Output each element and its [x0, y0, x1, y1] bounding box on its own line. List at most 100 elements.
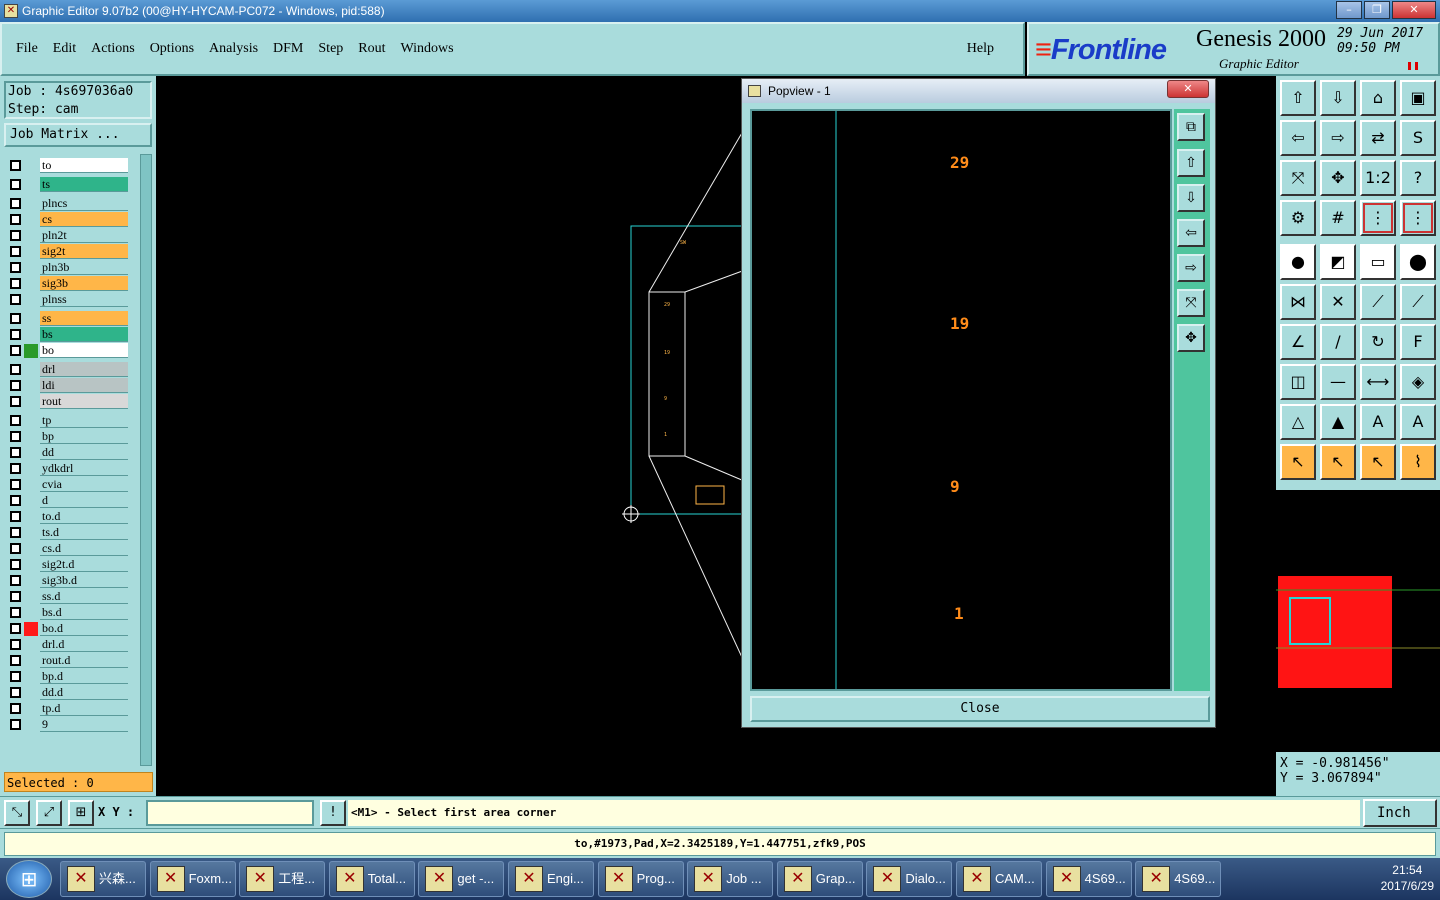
layer-checkbox[interactable] [10, 380, 21, 391]
layer-checkbox[interactable] [10, 639, 21, 650]
unit-selector[interactable]: Inch [1363, 799, 1437, 827]
triangle-icon[interactable]: △ [1280, 404, 1316, 440]
layer-row[interactable]: ss.d [4, 589, 128, 605]
layer-row[interactable]: cvia [4, 477, 128, 493]
layer-row[interactable]: ts.d [4, 525, 128, 541]
pointer-icon[interactable]: ↖ [1280, 444, 1316, 480]
pad-icon[interactable]: ● [1280, 244, 1316, 280]
menu-edit[interactable]: Edit [53, 41, 76, 57]
tools-icon[interactable]: ⚙ [1280, 200, 1316, 236]
measure-icon[interactable]: ⟷ [1360, 364, 1396, 400]
taskbar-item[interactable]: ✕ 4S69... [1135, 861, 1222, 897]
popview-close-button[interactable]: Close [750, 696, 1210, 722]
grid-icon[interactable]: # [1320, 200, 1356, 236]
layer-checkbox[interactable] [10, 415, 21, 426]
taskbar-item[interactable]: ✕ get -... [418, 861, 505, 897]
cross-icon[interactable]: ✕ [1320, 284, 1356, 320]
menu-rout[interactable]: Rout [358, 41, 385, 57]
pan-left-icon[interactable]: ⇦ [1177, 219, 1205, 247]
menu-step[interactable]: Step [318, 41, 343, 57]
layer-row[interactable]: ts [4, 177, 128, 193]
menu-actions[interactable]: Actions [91, 41, 135, 57]
zoom-in-icon[interactable]: ✥ [1320, 160, 1356, 196]
layer-row[interactable]: dd.d [4, 685, 128, 701]
layer-row[interactable]: tp [4, 413, 128, 429]
layer-row[interactable]: to.d [4, 509, 128, 525]
home-icon[interactable]: ⌂ [1360, 80, 1396, 116]
layer-checkbox[interactable] [10, 246, 21, 257]
taskbar-item[interactable]: ✕ Job ... [687, 861, 774, 897]
layer-checkbox[interactable] [10, 447, 21, 458]
taskbar-item[interactable]: ✕ Prog... [597, 861, 684, 897]
layer-checkbox[interactable] [10, 607, 21, 618]
layer-checkbox[interactable] [10, 364, 21, 375]
node-line-blue-icon[interactable]: ⟋ [1400, 284, 1436, 320]
node-line-icon[interactable]: ⟋ [1360, 284, 1396, 320]
layer-row[interactable]: ydkdrl [4, 461, 128, 477]
traffic-light-icon[interactable]: ⋮ [1360, 200, 1396, 236]
layer-checkbox[interactable] [10, 329, 21, 340]
layer-checkbox[interactable] [10, 527, 21, 538]
layer-row[interactable]: sig2t.d [4, 557, 128, 573]
taskbar-item[interactable]: ✕ 工程... [239, 861, 326, 897]
layer-checkbox[interactable] [10, 179, 21, 190]
layer-checkbox[interactable] [10, 559, 21, 570]
layer-row[interactable]: sig2t [4, 244, 128, 260]
layer-checkbox[interactable] [10, 431, 21, 442]
angle-icon[interactable]: ∠ [1280, 324, 1316, 360]
pointer-circle-icon[interactable]: ↖ [1360, 444, 1396, 480]
layer-row[interactable]: drl.d [4, 637, 128, 653]
arc-icon[interactable]: ↻ [1360, 324, 1396, 360]
taskbar-item[interactable]: ✕ Engi... [508, 861, 594, 897]
measure-tool-icon[interactable]: ⤢ [36, 800, 62, 826]
layer-checkbox[interactable] [10, 623, 21, 634]
scale-icon[interactable]: 1:2 [1360, 160, 1396, 196]
layer-checkbox[interactable] [10, 687, 21, 698]
layer-row[interactable]: bo [4, 343, 128, 359]
taskbar-item[interactable]: ✕ 兴森... [60, 861, 146, 897]
taskbar-item[interactable]: ✕ Foxm... [149, 861, 236, 897]
taskbar-item[interactable]: ✕ Total... [328, 861, 415, 897]
pan-right-icon[interactable]: ⇨ [1177, 254, 1205, 282]
layer-row[interactable]: bp [4, 429, 128, 445]
letter-a-icon[interactable]: A [1360, 404, 1396, 440]
layer-checkbox[interactable] [10, 495, 21, 506]
snap-grid-icon[interactable]: ⊞ [68, 800, 94, 826]
pointer-box-icon[interactable]: ↖ [1320, 444, 1356, 480]
mini-map[interactable] [1276, 490, 1440, 750]
menu-windows[interactable]: Windows [401, 41, 454, 57]
layer-checkbox[interactable] [10, 543, 21, 554]
layer-row[interactable]: sig3b [4, 276, 128, 292]
popview-close-x[interactable]: ✕ [1167, 80, 1209, 98]
zoom-out-icon[interactable]: ⤧ [1280, 160, 1316, 196]
layer-row[interactable]: 9 [4, 717, 128, 733]
alert-icon[interactable]: ! [320, 800, 346, 826]
menu-options[interactable]: Options [150, 41, 194, 57]
layer-row[interactable]: cs.d [4, 541, 128, 557]
layer-row[interactable]: drl [4, 362, 128, 378]
layer-row[interactable]: ss [4, 311, 128, 327]
clock[interactable]: 21:54 2017/6/29 [1381, 862, 1434, 894]
mirror-icon[interactable]: ⇄ [1360, 120, 1396, 156]
triangle-red-icon[interactable]: ▲ [1320, 404, 1356, 440]
layer-row[interactable]: bp.d [4, 669, 128, 685]
layer-row[interactable]: to [4, 158, 128, 174]
zoom-out-icon[interactable]: ⤧ [1177, 289, 1205, 317]
pan-left-icon[interactable]: ⇦ [1280, 120, 1316, 156]
layer-row[interactable]: pln3b [4, 260, 128, 276]
layer-checkbox[interactable] [10, 591, 21, 602]
ruler-icon[interactable]: ▭ [1360, 244, 1396, 280]
layer-checkbox[interactable] [10, 198, 21, 209]
layer-row[interactable]: dd [4, 445, 128, 461]
layer-checkbox[interactable] [10, 396, 21, 407]
layer-checkbox[interactable] [10, 671, 21, 682]
menu-file[interactable]: File [16, 41, 38, 57]
layer-row[interactable]: pln2t [4, 228, 128, 244]
layer-scrollbar[interactable] [140, 154, 152, 766]
layer-checkbox[interactable] [10, 160, 21, 171]
taskbar-item[interactable]: ✕ Grap... [776, 861, 863, 897]
layer-row[interactable]: bs [4, 327, 128, 343]
taskbar-item[interactable]: ✕ 4S69... [1045, 861, 1132, 897]
pan-right-icon[interactable]: ⇨ [1320, 120, 1356, 156]
taskbar-item[interactable]: ✕ CAM... [956, 861, 1042, 897]
